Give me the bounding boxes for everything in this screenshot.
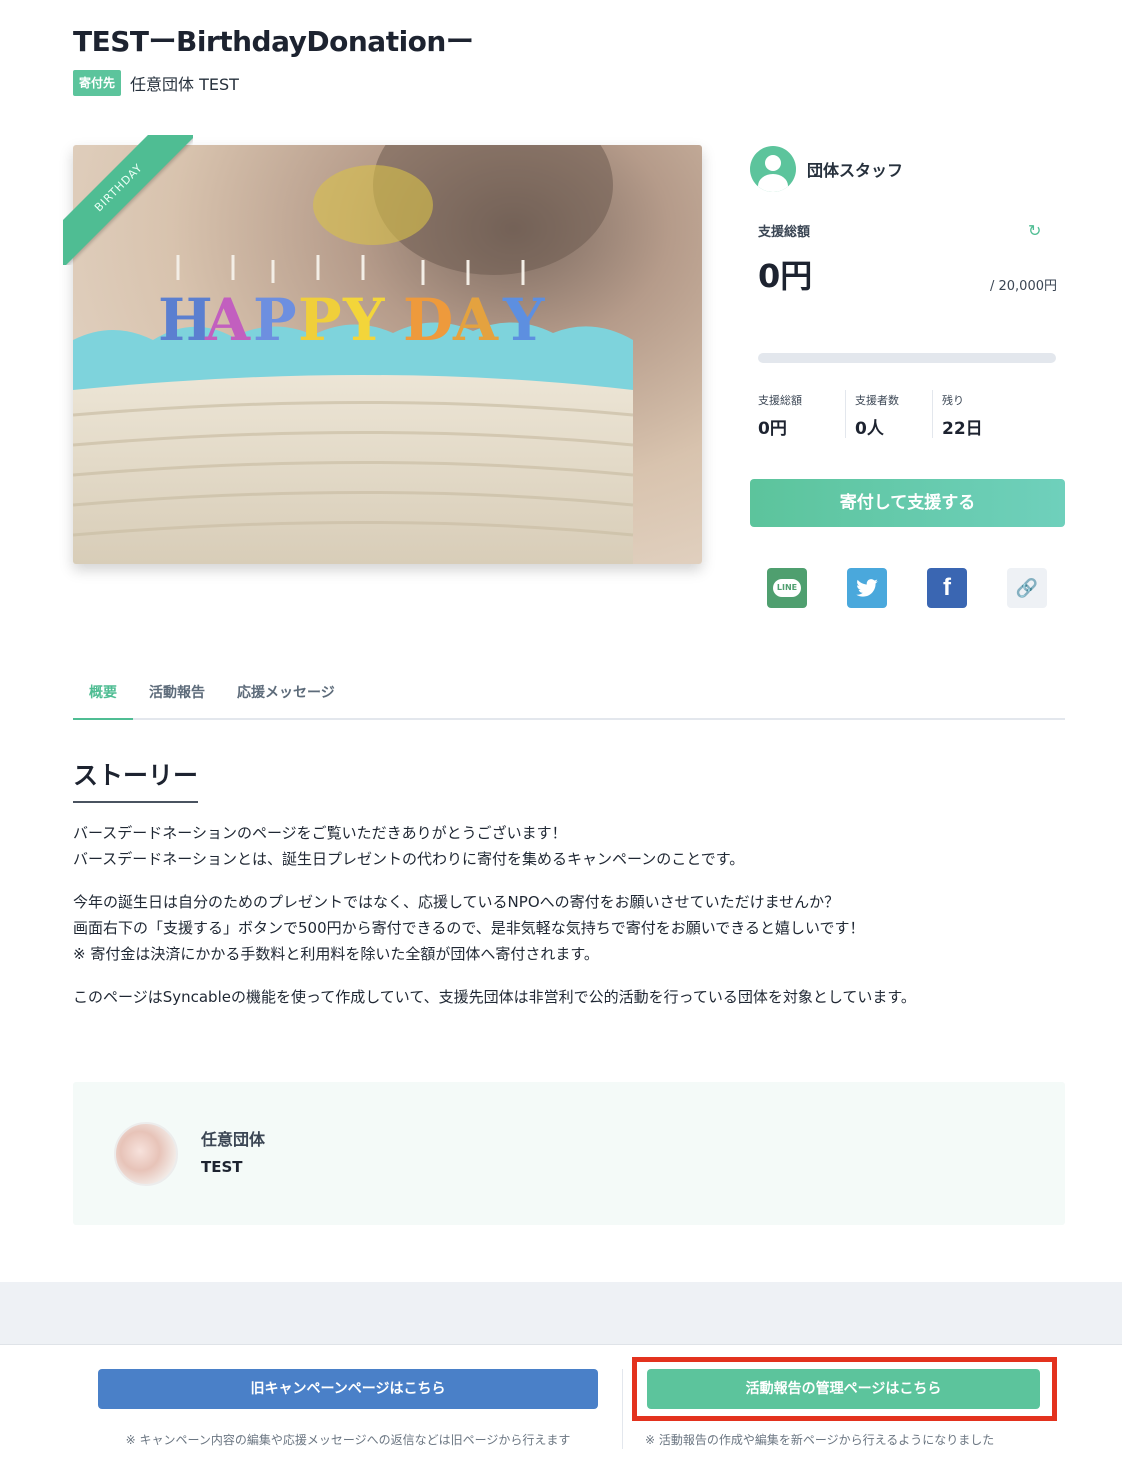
organization-card[interactable]: 任意団体 TEST [73, 1082, 1065, 1225]
svg-text:Y: Y [502, 286, 545, 354]
share-buttons: LINE f 🔗 [767, 568, 1047, 608]
donate-button[interactable]: 寄付して支援する [750, 479, 1065, 527]
stat-label: 支援者数 [855, 394, 899, 407]
stat-label: 残り [942, 394, 964, 407]
twitter-share-icon[interactable] [847, 568, 887, 608]
new-page-note: ※ 活動報告の作成や編集を新ページから行えるようになりました [645, 1433, 995, 1447]
svg-text:P: P [298, 286, 342, 354]
goal-amount: / 20,000円 [990, 279, 1057, 294]
staff-label: 団体スタッフ [807, 161, 904, 180]
stats-row: 支援総額 0円 支援者数 0人 残り 22日 [758, 390, 1019, 439]
story-paragraph: 今年の誕生日は自分のためのプレゼントではなく、応援しているNPOへの寄付をお願い… [73, 893, 865, 963]
stat-total: 支援総額 0円 [758, 390, 845, 439]
svg-text:D: D [403, 286, 453, 354]
divider [622, 1369, 623, 1449]
staff-row: 団体スタッフ [750, 145, 1065, 193]
stat-label: 支援総額 [758, 394, 802, 407]
refresh-icon[interactable]: ↻ [1028, 223, 1044, 239]
progress-bar [758, 353, 1056, 363]
recipient-name[interactable]: 任意団体 TEST [130, 71, 239, 95]
tab-activity-report[interactable]: 活動報告 [133, 670, 221, 720]
user-avatar-icon [750, 146, 796, 192]
facebook-share-icon[interactable]: f [927, 568, 967, 608]
twitter-bird-icon [856, 579, 878, 597]
tab-support-messages[interactable]: 応援メッセージ [221, 670, 351, 720]
birthday-ribbon: BIRTHDAY [63, 135, 193, 265]
svg-text:Y: Y [342, 286, 385, 354]
story-heading: ストーリー [73, 756, 199, 803]
organization-name: TEST [201, 1158, 243, 1176]
tab-overview[interactable]: 概要 [73, 670, 133, 720]
link-copy-icon[interactable]: 🔗 [1007, 568, 1047, 608]
ribbon-label: BIRTHDAY [63, 135, 193, 265]
organization-type: 任意団体 [201, 1130, 266, 1149]
stat-value: 0人 [855, 419, 884, 439]
story-paragraph: このページはSyncableの機能を使って作成していて、支援先団体は非営利で公的… [73, 988, 916, 1006]
total-label: 支援総額 [758, 225, 811, 240]
story-body: バースデードネーションのページをご覧いただきありがとうございます！ バースデード… [73, 820, 1065, 1027]
svg-text:A: A [204, 286, 251, 354]
campaign-title: TESTーBirthdayDonationー [73, 25, 474, 58]
activity-report-admin-button[interactable]: 活動報告の管理ページはこちら [647, 1369, 1040, 1409]
line-logo: LINE [772, 579, 802, 597]
stat-supporters: 支援者数 0人 [845, 390, 932, 439]
donation-sidebar: 団体スタッフ 支援総額 ↻ 0円 / 20,000円 支援総額 0円 支援者数 … [750, 145, 1065, 608]
total-value: 0円 [758, 257, 813, 295]
svg-text:A: A [452, 286, 499, 354]
admin-bottom-bar: 旧キャンペーンページはこちら ※ キャンペーン内容の編集や応援メッセージへの返信… [0, 1344, 1122, 1466]
old-campaign-page-button[interactable]: 旧キャンペーンページはこちら [98, 1369, 598, 1409]
recipient-row: 寄付先 任意団体 TEST [73, 70, 239, 96]
recipient-tag: 寄付先 [73, 70, 122, 96]
stat-value: 0円 [758, 419, 787, 439]
stat-value: 22日 [942, 419, 983, 439]
svg-text:P: P [253, 286, 297, 354]
line-share-icon[interactable]: LINE [767, 568, 807, 608]
old-page-note: ※ キャンペーン内容の編集や応援メッセージへの返信などは旧ページから行えます [125, 1433, 571, 1447]
story-paragraph: バースデードネーションのページをご覧いただきありがとうございます！ バースデード… [73, 824, 745, 868]
organization-avatar [114, 1122, 178, 1186]
stat-remaining: 残り 22日 [932, 390, 1019, 439]
content-tabs: 概要 活動報告 応援メッセージ [73, 670, 1065, 720]
